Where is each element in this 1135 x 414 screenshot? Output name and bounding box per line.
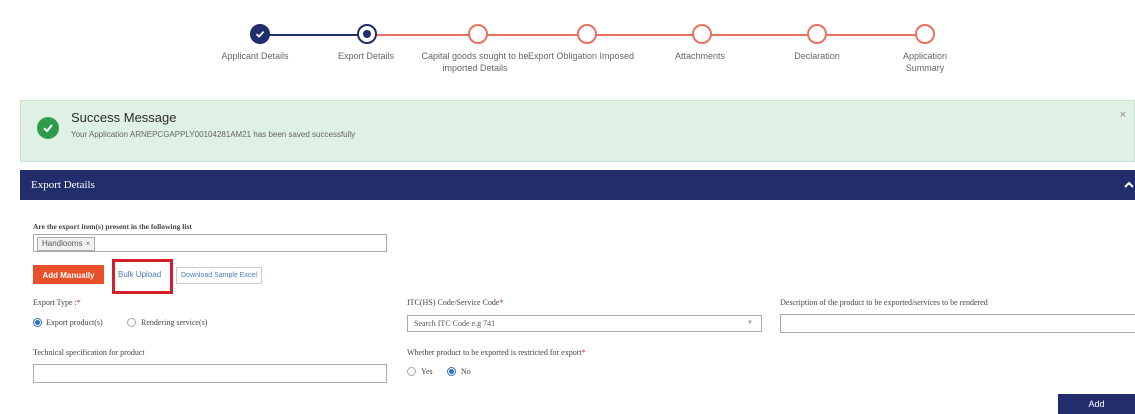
- required-mark: *: [76, 298, 81, 307]
- step-6-circle[interactable]: [807, 24, 827, 44]
- close-icon[interactable]: ×: [1120, 109, 1126, 121]
- export-type-label: Export Type :*: [33, 298, 81, 307]
- description-input[interactable]: [780, 314, 1135, 333]
- application-page: Applicant Details Export Details Capital…: [0, 0, 1135, 414]
- step-4-label: Export Obligation Imposed: [527, 51, 635, 61]
- selected-item-chip: Handlooms ×: [37, 237, 96, 251]
- step-7-circle[interactable]: [915, 24, 935, 44]
- itc-code-label: ITC(HS) Code/Service Code*: [407, 298, 504, 307]
- chip-remove-icon[interactable]: ×: [85, 239, 90, 248]
- progress-stepper: Applicant Details Export Details Capital…: [0, 0, 1135, 100]
- export-list-label: Are the export item(s) present in the fo…: [33, 222, 192, 231]
- step-2-label: Export Details: [337, 51, 395, 61]
- stepper-line-pending: [357, 34, 927, 36]
- dropdown-caret-icon: ▼: [747, 320, 753, 326]
- step-3-label: Capital goods sought to be imported Deta…: [421, 51, 529, 73]
- chip-label: Handlooms: [42, 239, 83, 248]
- check-icon: [255, 30, 265, 38]
- restricted-label: Whether product to be exported is restri…: [407, 348, 586, 357]
- restricted-yes-radio[interactable]: [407, 367, 416, 376]
- itc-code-select[interactable]: Search ITC Code e.g 741 ▼: [407, 315, 762, 332]
- add-manually-button[interactable]: Add Manually: [33, 265, 104, 284]
- section-title: Export Details: [31, 179, 95, 191]
- chevron-up-icon[interactable]: [1123, 179, 1135, 191]
- step-1-circle[interactable]: [250, 24, 270, 44]
- rendering-services-label: Rendering service(s): [141, 318, 208, 327]
- step-5-label: Attachments: [674, 51, 726, 61]
- export-details-header[interactable]: Export Details: [20, 170, 1135, 200]
- required-mark: *: [499, 298, 504, 307]
- stepper-line-completed: [260, 34, 357, 36]
- itc-code-placeholder: Search ITC Code e.g 741: [414, 319, 496, 328]
- step-3-circle[interactable]: [468, 24, 488, 44]
- restricted-yes-label: Yes: [421, 367, 433, 376]
- export-products-radio[interactable]: [33, 318, 42, 327]
- step-4-circle[interactable]: [577, 24, 597, 44]
- alert-title: Success Message: [71, 110, 177, 125]
- step-2-circle[interactable]: [357, 24, 377, 44]
- step-1-label: Applicant Details: [221, 51, 289, 61]
- success-alert: Success Message Your Application ARNEPCG…: [20, 100, 1135, 162]
- required-mark: *: [581, 348, 586, 357]
- step-7-label: Application Summary: [902, 51, 948, 73]
- alert-message: Your Application ARNEPCGAPPLY00104281AM2…: [71, 130, 356, 139]
- description-label: Description of the product to be exporte…: [780, 298, 988, 307]
- technical-spec-label: Technical specification for product: [33, 348, 145, 357]
- rendering-services-radio[interactable]: [127, 318, 136, 327]
- check-circle-icon: [37, 117, 59, 139]
- add-button[interactable]: Add: [1058, 394, 1135, 414]
- step-5-circle[interactable]: [692, 24, 712, 44]
- restricted-no-label: No: [461, 367, 471, 376]
- export-products-label: Export product(s): [46, 318, 103, 327]
- step-6-label: Declaration: [794, 51, 840, 61]
- technical-spec-input[interactable]: [33, 364, 387, 383]
- download-sample-excel-link[interactable]: Download Sample Excel: [176, 267, 262, 284]
- restricted-no-radio[interactable]: [447, 367, 456, 376]
- export-list-multiselect[interactable]: Handlooms ×: [33, 234, 387, 252]
- bulk-upload-highlight: [112, 259, 173, 294]
